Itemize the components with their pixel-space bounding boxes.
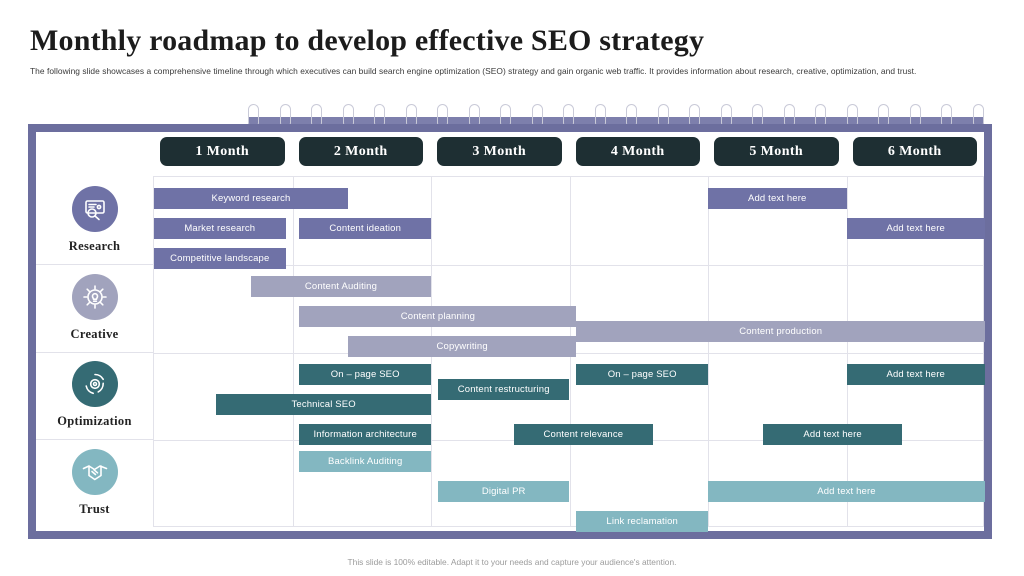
task-bar[interactable]: Keyword research — [154, 188, 348, 209]
category-label: Optimization — [57, 414, 132, 429]
category-creative[interactable]: Creative — [36, 264, 153, 352]
binding-ring — [279, 104, 291, 126]
roadmap-grid: Keyword research Market research Content i… — [153, 176, 985, 533]
binding-ring — [909, 104, 921, 126]
category-label: Trust — [79, 502, 110, 517]
binding-ring — [689, 104, 701, 126]
month-header-cell: 1 Month — [153, 137, 292, 170]
task-bar[interactable]: On – page SEO — [576, 363, 708, 385]
category-column: Research Creative Optimization Trust — [36, 132, 153, 531]
optimization-cycle-icon — [71, 361, 118, 408]
binding-ring — [405, 104, 417, 126]
grid-column-line — [292, 177, 294, 526]
binding-ring — [311, 104, 323, 126]
task-bar[interactable]: Competitive landscape — [154, 248, 286, 269]
task-bar[interactable]: Content relevance — [514, 423, 653, 445]
binding-ring — [563, 104, 575, 126]
category-label: Research — [68, 238, 121, 253]
month-pill-4[interactable]: 4 Month — [575, 137, 700, 166]
binding-ring — [783, 104, 795, 126]
task-bar[interactable]: Backlink Auditing — [299, 451, 431, 473]
category-research[interactable]: Research — [36, 176, 153, 264]
task-bar[interactable]: Link reclamation — [576, 511, 708, 533]
binding-ring — [531, 104, 543, 126]
task-bar[interactable]: On – page SEO — [299, 363, 431, 385]
binding-ring — [500, 104, 512, 126]
category-label: Creative — [70, 326, 119, 341]
binding-ring — [878, 104, 890, 126]
task-bar[interactable]: Add text here — [763, 423, 902, 445]
task-bar[interactable]: Add text here — [846, 363, 985, 385]
task-bar[interactable]: Add text here — [708, 481, 985, 503]
category-optimization[interactable]: Optimization — [36, 352, 153, 440]
task-bar[interactable]: Add text here — [708, 188, 847, 209]
binding-ring — [657, 104, 669, 126]
binding-ring — [720, 104, 732, 126]
month-pill-5[interactable]: 5 Month — [714, 137, 839, 166]
binding-ring — [972, 104, 984, 126]
binding-ring — [815, 104, 827, 126]
page-title: Monthly roadmap to develop effective SEO… — [30, 24, 705, 57]
month-header-cell: 5 Month — [707, 137, 846, 170]
binding-ring — [468, 104, 480, 126]
roadmap-frame: Research Creative Optimization Trust 1 Mont… — [28, 124, 992, 539]
month-pill-3[interactable]: 3 Month — [437, 137, 562, 166]
grid-column-line — [708, 177, 709, 526]
task-bar[interactable]: Copywriting — [347, 335, 577, 357]
binding-ring — [342, 104, 354, 126]
month-header-cell: 2 Month — [292, 137, 431, 170]
lightbulb-gear-icon — [71, 273, 118, 320]
task-bar[interactable]: Content ideation — [299, 218, 431, 239]
binding-ring — [626, 104, 638, 126]
task-bar[interactable]: Content restructuring — [437, 378, 570, 400]
month-header-cell: 6 Month — [846, 137, 985, 170]
research-monitor-icon — [71, 185, 118, 232]
slide-canvas: Monthly roadmap to develop effective SEO… — [0, 0, 1024, 576]
category-trust[interactable]: Trust — [36, 439, 153, 527]
binding-ring — [248, 104, 259, 126]
month-header-cell: 4 Month — [569, 137, 708, 170]
binding-ring — [752, 104, 764, 126]
task-bar[interactable]: Digital PR — [437, 481, 570, 503]
task-bar[interactable]: Market research — [154, 218, 286, 239]
task-bar[interactable]: Technical SEO — [216, 393, 431, 415]
task-bar[interactable]: Content Auditing — [250, 275, 431, 297]
task-bar[interactable]: Content production — [576, 320, 985, 342]
binding-ring — [374, 104, 386, 126]
task-bar[interactable]: Add text here — [846, 218, 985, 239]
binding-ring — [846, 104, 858, 126]
month-pill-2[interactable]: 2 Month — [298, 137, 423, 166]
task-bar[interactable]: Information architecture — [299, 423, 431, 445]
binding-ring — [594, 104, 606, 126]
month-pill-1[interactable]: 1 Month — [160, 137, 285, 166]
task-bar[interactable]: Content planning — [299, 305, 577, 327]
footer-note: This slide is 100% editable. Adapt it to… — [347, 557, 677, 567]
month-header-row: 1 Month 2 Month 3 Month 4 Month 5 Month 6 Mon… — [153, 137, 984, 170]
binding-ring — [941, 104, 953, 126]
binding-ring — [437, 104, 449, 126]
page-subtitle: The following slide showcases a comprehe… — [30, 66, 917, 76]
month-header-cell: 3 Month — [430, 137, 569, 170]
month-pill-6[interactable]: 6 Month — [852, 137, 977, 166]
handshake-icon — [71, 449, 118, 496]
